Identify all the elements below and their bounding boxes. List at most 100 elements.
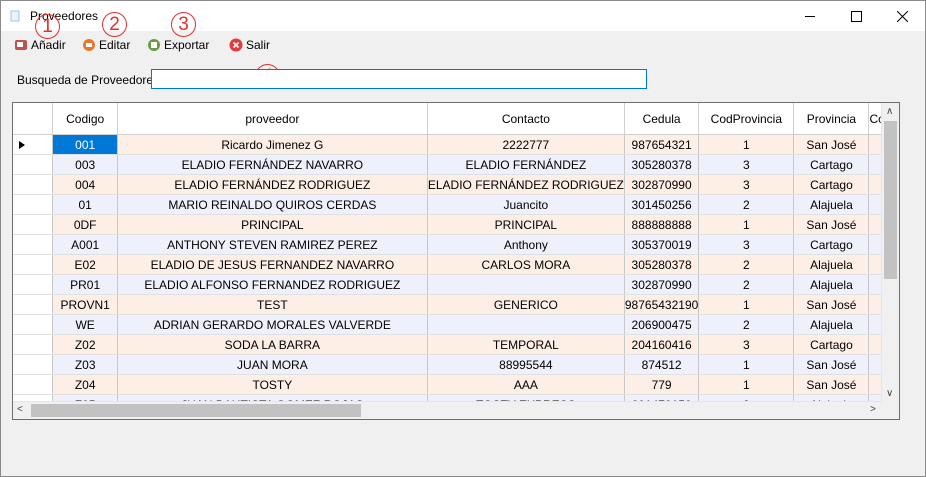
row-header[interactable] bbox=[13, 254, 54, 275]
cell-contacto[interactable]: CARLOS MORA bbox=[427, 254, 625, 275]
cell-cedula[interactable]: 302870990 bbox=[624, 274, 700, 295]
cell-codprovincia[interactable]: 2 bbox=[698, 274, 795, 295]
row-header[interactable] bbox=[13, 234, 54, 255]
search-input[interactable] bbox=[151, 69, 647, 89]
cell-contacto[interactable]: PRINCIPAL bbox=[427, 214, 625, 235]
cell-codprovincia[interactable]: 3 bbox=[698, 334, 795, 355]
cell-codprovincia[interactable]: 2 bbox=[698, 194, 795, 215]
cell-proveedor[interactable]: ANTHONY STEVEN RAMIREZ PEREZ bbox=[117, 234, 428, 255]
row-header[interactable] bbox=[13, 214, 54, 235]
cell-cedula[interactable]: 987654321 bbox=[624, 134, 700, 155]
cell-cedula[interactable]: 874512 bbox=[624, 354, 700, 375]
cell-codigo[interactable]: E02 bbox=[52, 254, 118, 275]
cell-provincia[interactable]: Alajuela bbox=[793, 194, 870, 215]
cell-cedula[interactable]: 204160416 bbox=[624, 334, 700, 355]
close-window-button[interactable] bbox=[879, 1, 925, 31]
cell-codigo[interactable]: 004 bbox=[52, 174, 118, 195]
cell-provincia[interactable]: Cartago bbox=[793, 234, 870, 255]
cell-proveedor[interactable]: TOSTY bbox=[117, 374, 428, 395]
cell-codprovincia[interactable]: 1 bbox=[698, 374, 795, 395]
cell-provincia[interactable]: Cartago bbox=[793, 334, 870, 355]
scroll-left-icon[interactable]: < bbox=[17, 405, 23, 415]
cell-proveedor[interactable]: SODA LA BARRA bbox=[117, 334, 428, 355]
horizontal-scrollbar[interactable]: < > bbox=[13, 401, 882, 419]
row-header[interactable] bbox=[13, 374, 54, 395]
cell-provincia[interactable]: Cartago bbox=[793, 154, 870, 175]
cell-cedula[interactable]: 305370019 bbox=[624, 234, 700, 255]
cell-cedula[interactable]: 305280378 bbox=[624, 254, 700, 275]
cell-cedula[interactable]: 305280378 bbox=[624, 154, 700, 175]
cell-provincia[interactable]: San José bbox=[793, 214, 870, 235]
cell-cedula[interactable]: 206900475 bbox=[624, 314, 700, 335]
exit-button[interactable]: Salir bbox=[229, 36, 270, 54]
cell-codprovincia[interactable]: 1 bbox=[698, 134, 795, 155]
cell-codprovincia[interactable]: 1 bbox=[698, 294, 795, 315]
cell-contacto[interactable]: ELADIO FERNÁNDEZ RODRIGUEZ bbox=[427, 174, 625, 195]
table-row[interactable]: Z02 SODA LA BARRA TEMPORAL 204160416 3 Cartag… bbox=[13, 334, 899, 355]
scroll-right-icon[interactable]: > bbox=[870, 405, 876, 415]
table-row[interactable]: 01 MARIO REINALDO QUIROS CERDAS Juancito 30… bbox=[13, 194, 899, 215]
cell-codigo[interactable]: 01 bbox=[52, 194, 118, 215]
cell-proveedor[interactable]: Ricardo Jimenez G bbox=[117, 134, 428, 155]
table-row[interactable]: 004 ELADIO FERNÁNDEZ RODRIGUEZ ELADIO FERN… bbox=[13, 174, 899, 195]
table-row[interactable]: Z04 TOSTY AAA 779 1 San José bbox=[13, 374, 899, 395]
cell-provincia[interactable]: San José bbox=[793, 134, 870, 155]
row-header[interactable] bbox=[13, 314, 54, 335]
maximize-button[interactable] bbox=[833, 1, 879, 31]
cell-proveedor[interactable]: ELADIO FERNÁNDEZ RODRIGUEZ bbox=[117, 174, 428, 195]
cell-contacto[interactable] bbox=[427, 314, 625, 335]
row-header[interactable] bbox=[13, 154, 54, 175]
cell-codigo[interactable]: Z03 bbox=[52, 354, 118, 375]
row-header[interactable] bbox=[13, 334, 54, 355]
cell-cedula[interactable]: 302870990 bbox=[624, 174, 700, 195]
cell-provincia[interactable]: Alajuela bbox=[793, 274, 870, 295]
table-row[interactable]: 003 ELADIO FERNÁNDEZ NAVARRO ELADIO FERNÁN… bbox=[13, 154, 899, 175]
table-row[interactable]: E02 ELADIO DE JESUS FERNANDEZ NAVARRO CARL… bbox=[13, 254, 899, 275]
cell-provincia[interactable]: San José bbox=[793, 374, 870, 395]
horizontal-scroll-thumb[interactable] bbox=[31, 404, 361, 417]
cell-contacto[interactable]: GENERICO bbox=[427, 294, 625, 315]
table-row[interactable]: Z03 JUAN MORA 88995544 874512 1 San José bbox=[13, 354, 899, 375]
table-row[interactable]: A001 ANTHONY STEVEN RAMIREZ PEREZ Anthony 3… bbox=[13, 234, 899, 255]
column-header-cedula[interactable]: Cedula bbox=[624, 103, 700, 135]
cell-codprovincia[interactable]: 1 bbox=[698, 214, 795, 235]
cell-contacto[interactable]: ELADIO FERNÁNDEZ bbox=[427, 154, 625, 175]
cell-provincia[interactable]: San José bbox=[793, 354, 870, 375]
vertical-scroll-thumb[interactable] bbox=[884, 121, 897, 279]
row-header[interactable] bbox=[13, 354, 54, 375]
cell-provincia[interactable]: Alajuela bbox=[793, 254, 870, 275]
table-row[interactable]: 0DF PRINCIPAL PRINCIPAL 888888888 1 San José bbox=[13, 214, 899, 235]
column-header-codprovincia[interactable]: CodProvincia bbox=[698, 103, 795, 135]
cell-provincia[interactable]: San José bbox=[793, 294, 870, 315]
table-row[interactable]: WE ADRIAN GERARDO MORALES VALVERDE 2069004… bbox=[13, 314, 899, 335]
row-header[interactable] bbox=[13, 134, 54, 155]
cell-codigo[interactable]: 001 bbox=[52, 134, 118, 155]
column-header-provincia[interactable]: Provincia bbox=[793, 103, 870, 135]
cell-codigo[interactable]: A001 bbox=[52, 234, 118, 255]
cell-proveedor[interactable]: ELADIO DE JESUS FERNANDEZ NAVARRO bbox=[117, 254, 428, 275]
row-header[interactable] bbox=[13, 174, 54, 195]
cell-codigo[interactable]: Z02 bbox=[52, 334, 118, 355]
export-button[interactable]: Exportar bbox=[147, 36, 209, 54]
cell-cedula[interactable]: 888888888 bbox=[624, 214, 700, 235]
cell-codprovincia[interactable]: 3 bbox=[698, 154, 795, 175]
minimize-button[interactable] bbox=[787, 1, 833, 31]
row-header[interactable] bbox=[13, 294, 54, 315]
table-row[interactable]: 001 Ricardo Jimenez G 2222777 987654321 1 San… bbox=[13, 134, 899, 155]
providers-grid[interactable]: Codigo proveedor Contacto Cedula CodProv… bbox=[12, 102, 900, 420]
cell-contacto[interactable]: TEMPORAL bbox=[427, 334, 625, 355]
cell-codigo[interactable]: PR01 bbox=[52, 274, 118, 295]
cell-proveedor[interactable]: TEST bbox=[117, 294, 428, 315]
cell-proveedor[interactable]: ELADIO FERNÁNDEZ NAVARRO bbox=[117, 154, 428, 175]
cell-contacto[interactable]: 88995544 bbox=[427, 354, 625, 375]
scroll-down-icon[interactable]: ∨ bbox=[886, 389, 893, 399]
table-row[interactable]: PR01 ELADIO ALFONSO FERNANDEZ RODRIGUEZ 30… bbox=[13, 274, 899, 295]
row-header[interactable] bbox=[13, 274, 54, 295]
cell-contacto[interactable] bbox=[427, 274, 625, 295]
cell-cedula[interactable]: 301450256 bbox=[624, 194, 700, 215]
cell-codigo[interactable]: 003 bbox=[52, 154, 118, 175]
edit-button[interactable]: Editar bbox=[82, 36, 130, 54]
cell-codigo[interactable]: 0DF bbox=[52, 214, 118, 235]
cell-codprovincia[interactable]: 1 bbox=[698, 354, 795, 375]
cell-provincia[interactable]: Cartago bbox=[793, 174, 870, 195]
